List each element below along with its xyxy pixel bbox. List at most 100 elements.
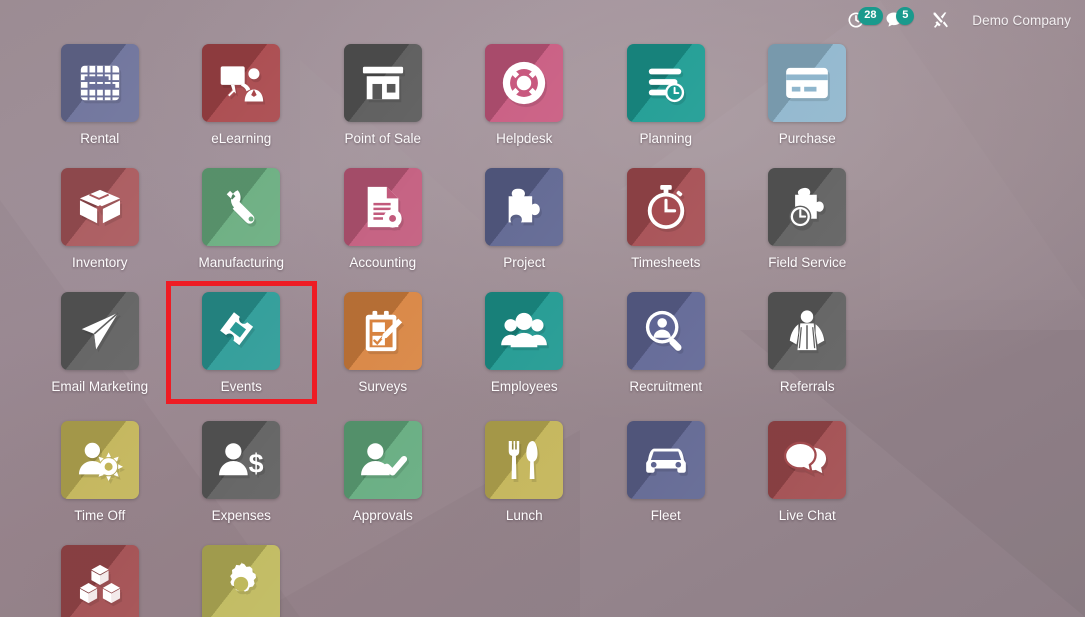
app-icon-tile bbox=[768, 168, 847, 246]
app-project[interactable]: Project bbox=[454, 168, 596, 270]
app-referrals[interactable]: Referrals bbox=[737, 292, 879, 399]
app-rental[interactable]: Rental bbox=[29, 44, 171, 146]
car-icon bbox=[645, 448, 686, 473]
task-list-clock-icon bbox=[648, 68, 684, 103]
app-icon-tile bbox=[60, 168, 139, 246]
app-icon-tile bbox=[343, 44, 422, 122]
app-icon-tile bbox=[626, 292, 705, 370]
app-label: Recruitment bbox=[629, 379, 703, 394]
app-label: Referrals bbox=[779, 379, 835, 394]
storefront-icon bbox=[362, 66, 403, 100]
app-label: Events bbox=[220, 379, 262, 394]
app-icon-tile bbox=[60, 292, 139, 370]
app-timesheets[interactable]: Timesheets bbox=[595, 168, 737, 270]
open-box-icon bbox=[79, 189, 120, 224]
top-systray-bar: 28 5 Demo Company bbox=[0, 0, 1085, 40]
people-group-icon bbox=[501, 312, 548, 348]
app-label: eLearning bbox=[211, 131, 272, 146]
app-icon-tile bbox=[626, 168, 705, 246]
app-helpdesk[interactable]: Helpdesk bbox=[454, 44, 596, 146]
app-manufacturing[interactable]: Manufacturing bbox=[171, 168, 313, 270]
app-label: Inventory bbox=[71, 255, 128, 270]
app-email-marketing[interactable]: Email Marketing bbox=[29, 292, 171, 399]
app-approvals[interactable]: Approvals bbox=[312, 421, 454, 523]
app-live-chat[interactable]: Live Chat bbox=[737, 421, 879, 523]
cubes-apps-icon bbox=[79, 564, 120, 604]
app-label: Employees bbox=[490, 379, 558, 394]
app-employees[interactable]: Employees bbox=[454, 292, 596, 399]
app-settings[interactable] bbox=[171, 545, 313, 617]
app-field-service[interactable]: Field Service bbox=[737, 168, 879, 270]
app-icon-tile bbox=[60, 44, 139, 122]
app-elearning[interactable]: eLearning bbox=[171, 44, 313, 146]
app-icon-tile bbox=[202, 168, 281, 246]
life-ring-icon bbox=[503, 61, 546, 105]
puzzle-piece-icon bbox=[508, 188, 541, 223]
app-icon-tile bbox=[485, 421, 564, 499]
app-label: Approvals bbox=[352, 508, 413, 523]
app-icon-tile bbox=[202, 545, 281, 617]
credit-card-icon bbox=[786, 67, 829, 99]
app-accounting[interactable]: Accounting bbox=[312, 168, 454, 270]
app-label: Fleet bbox=[650, 508, 681, 523]
paper-plane-icon bbox=[81, 312, 119, 350]
app-label: Email Marketing bbox=[51, 379, 149, 394]
app-expenses[interactable]: $ Expenses bbox=[171, 421, 313, 523]
app-recruitment[interactable]: Recruitment bbox=[595, 292, 737, 399]
crossed-tools-icon bbox=[933, 12, 949, 28]
app-apps[interactable] bbox=[29, 545, 171, 617]
app-label: Planning bbox=[639, 131, 693, 146]
app-label: Project bbox=[503, 255, 546, 270]
developer-tools-menu[interactable] bbox=[930, 10, 950, 30]
apps-grid: Rental eLearning Point of Sale Helpdesk … bbox=[0, 44, 1085, 617]
app-icon-tile bbox=[343, 421, 422, 499]
app-surveys[interactable]: Surveys bbox=[312, 292, 454, 399]
app-icon-tile: $ bbox=[202, 421, 281, 499]
stopwatch-icon bbox=[647, 184, 684, 230]
app-label: Timesheets bbox=[631, 255, 701, 270]
whiteboard-teacher-icon bbox=[220, 66, 264, 102]
app-label: Purchase bbox=[778, 131, 836, 146]
app-label: Point of Sale bbox=[344, 131, 422, 146]
app-time-off[interactable]: Time Off bbox=[29, 421, 171, 523]
app-icon-tile bbox=[626, 44, 705, 122]
app-label: Surveys bbox=[358, 379, 408, 394]
app-icon-tile bbox=[60, 545, 139, 617]
app-label: Field Service bbox=[768, 255, 847, 270]
company-name[interactable]: Demo Company bbox=[972, 13, 1071, 28]
activities-badge: 28 bbox=[858, 7, 883, 25]
app-icon-tile bbox=[202, 292, 281, 370]
app-label: Time Off bbox=[74, 508, 126, 523]
messages-badge: 5 bbox=[896, 7, 915, 25]
activities-menu[interactable]: 28 bbox=[846, 7, 883, 30]
app-purchase[interactable]: Purchase bbox=[737, 44, 879, 146]
superhero-cape-icon bbox=[790, 310, 825, 351]
svg-text:$: $ bbox=[249, 448, 264, 478]
app-icon-tile bbox=[343, 292, 422, 370]
app-label: Rental bbox=[80, 131, 120, 146]
person-check-icon bbox=[360, 443, 407, 476]
app-icon-tile bbox=[768, 44, 847, 122]
wrench-icon bbox=[226, 190, 255, 224]
person-dollar-icon: $ bbox=[219, 443, 264, 478]
app-label: Lunch bbox=[505, 508, 543, 523]
app-inventory[interactable]: Inventory bbox=[29, 168, 171, 270]
app-icon-tile bbox=[202, 44, 281, 122]
app-icon-tile bbox=[485, 44, 564, 122]
app-label: Manufacturing bbox=[198, 255, 285, 270]
app-fleet[interactable]: Fleet bbox=[595, 421, 737, 523]
app-icon-tile bbox=[768, 292, 847, 370]
app-events[interactable]: Events bbox=[165, 281, 317, 404]
app-point-of-sale[interactable]: Point of Sale bbox=[312, 44, 454, 146]
app-icon-tile bbox=[60, 421, 139, 499]
app-icon-tile bbox=[626, 421, 705, 499]
messages-menu[interactable]: 5 bbox=[884, 7, 915, 30]
app-label: Expenses bbox=[211, 508, 271, 523]
app-label: Live Chat bbox=[778, 508, 836, 523]
fork-knife-icon bbox=[509, 440, 538, 480]
gear-settings-icon bbox=[230, 562, 257, 592]
app-icon-tile bbox=[343, 168, 422, 246]
app-planning[interactable]: Planning bbox=[595, 44, 737, 146]
app-icon-tile bbox=[768, 421, 847, 499]
app-lunch[interactable]: Lunch bbox=[454, 421, 596, 523]
